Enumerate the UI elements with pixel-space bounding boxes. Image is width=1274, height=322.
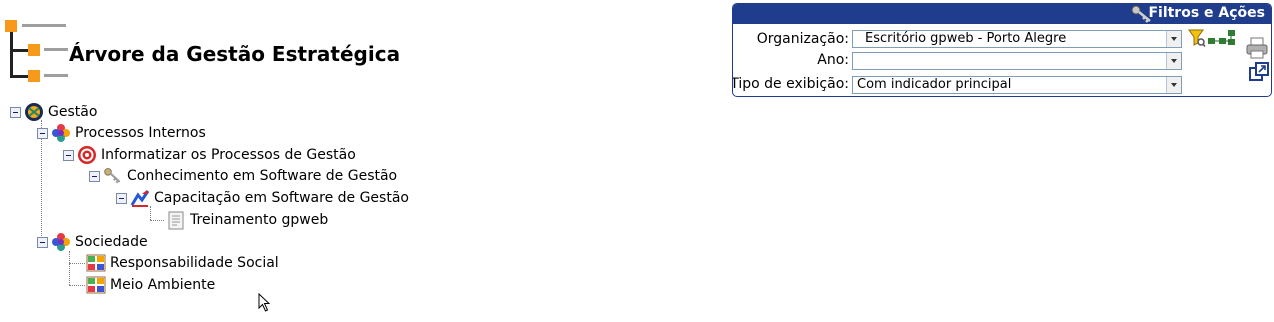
chevron-down-icon[interactable] (1166, 53, 1181, 69)
ano-select[interactable] (852, 52, 1182, 70)
collapse-toggle[interactable] (37, 236, 48, 248)
collapse-toggle[interactable] (63, 149, 74, 161)
color-grid-icon (86, 254, 106, 272)
tree-node-informatizar[interactable]: Informatizar os Processos de Gestão (63, 145, 356, 165)
organizacao-select[interactable]: Escritório gpweb - Porto Alegre (852, 30, 1182, 48)
tree-node-label[interactable]: Conhecimento em Software de Gestão (127, 168, 397, 184)
chevron-down-icon[interactable] (1166, 77, 1181, 93)
collapse-toggle[interactable] (89, 170, 100, 182)
target-icon (78, 146, 96, 164)
collapse-toggle[interactable] (37, 127, 48, 139)
tipo-exibicao-value: Com indicador principal (857, 77, 1012, 92)
color-grid-icon (86, 276, 106, 294)
tree-node-conhecimento[interactable]: Conhecimento em Software de Gestão (89, 166, 397, 186)
collapse-toggle[interactable] (116, 192, 127, 204)
tipo-exibicao-select[interactable]: Com indicador principal (852, 76, 1182, 94)
filters-panel: Filtros e Ações Organização: Escritório … (732, 3, 1272, 97)
tree-node-processos-internos[interactable]: Processos Internos (37, 123, 206, 143)
tree-node-label[interactable]: Capacitação em Software de Gestão (154, 190, 409, 206)
ano-label: Ano: (817, 52, 849, 68)
tree-node-responsabilidade-social[interactable]: Responsabilidade Social (86, 253, 279, 273)
organizacao-value: Escritório gpweb - Porto Alegre (865, 31, 1067, 46)
filters-title: Filtros e Ações (1148, 5, 1265, 21)
filter-icon[interactable] (1188, 28, 1206, 48)
tree-node-label[interactable]: Informatizar os Processos de Gestão (101, 147, 356, 163)
pencil-chart-icon (130, 190, 150, 207)
tree-node-sociedade[interactable]: Sociedade (37, 232, 148, 252)
org-chart-icon[interactable] (1208, 28, 1236, 48)
tree-node-label[interactable]: Treinamento gpweb (190, 212, 328, 228)
tree-node-label[interactable]: Gestão (48, 104, 97, 120)
organizacao-label: Organização: (756, 31, 849, 47)
tree-node-capacitacao[interactable]: Capacitação em Software de Gestão (116, 188, 409, 208)
chevron-down-icon[interactable] (1166, 31, 1181, 47)
tree-node-label[interactable]: Processos Internos (75, 125, 206, 141)
key-icon (104, 168, 121, 184)
puzzle-flower-icon (52, 124, 70, 142)
filters-panel-header[interactable]: Filtros e Ações (733, 4, 1271, 24)
expand-window-icon[interactable] (1249, 62, 1269, 82)
tree-node-gestao[interactable]: Gestão (10, 102, 97, 122)
puzzle-flower-icon (52, 233, 70, 251)
document-icon (168, 211, 184, 230)
tree-node-label[interactable]: Responsabilidade Social (110, 255, 279, 271)
tree-node-label[interactable]: Meio Ambiente (110, 277, 215, 293)
strategy-tree: Gestão Processos Internos Informatizar o… (0, 0, 520, 322)
printer-icon[interactable] (1246, 37, 1268, 59)
collapse-toggle[interactable] (10, 106, 21, 118)
tree-node-label[interactable]: Sociedade (75, 234, 148, 250)
tree-node-meio-ambiente[interactable]: Meio Ambiente (86, 275, 215, 295)
mouse-cursor-icon (258, 293, 271, 312)
tipo-exibicao-label: Tipo de exibição: (732, 76, 849, 92)
globe-icon (25, 103, 43, 121)
tree-node-treinamento[interactable]: Treinamento gpweb (166, 210, 328, 230)
